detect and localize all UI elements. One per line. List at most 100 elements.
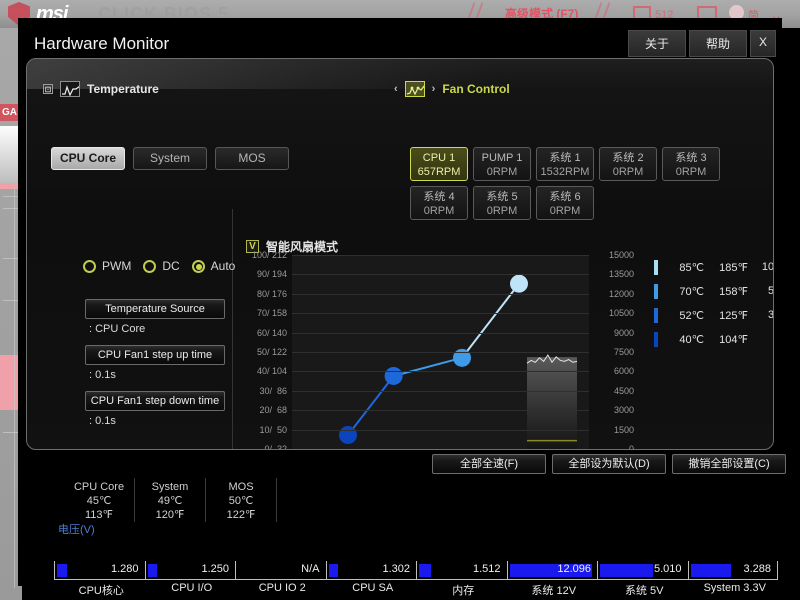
chart-gridline	[292, 332, 589, 334]
voltage-bar	[147, 564, 158, 577]
fan-curve-segment	[347, 375, 395, 436]
temperature-source-button[interactable]: Temperature Source	[85, 299, 225, 319]
fan-button-6[interactable]: 系统 5 0RPM	[473, 186, 531, 220]
fan-name: 系统 2	[612, 152, 644, 164]
legend-fahrenheit: 125℉	[719, 309, 748, 322]
temp-name: System	[151, 481, 189, 493]
fan-rpm: 0RPM	[675, 166, 707, 178]
voltage-name: System 3.3V	[703, 582, 766, 594]
temperature-tab-1[interactable]: System	[133, 147, 207, 170]
all-default-button[interactable]: 全部设为默认(D)	[552, 454, 666, 474]
temperature-tab-0[interactable]: CPU Core	[51, 147, 125, 170]
temperature-section-header: ⊡ Temperature	[43, 81, 159, 97]
temperature-source-control: Temperature Source : CPU Core	[85, 299, 225, 335]
legend-fahrenheit: 104℉	[719, 333, 748, 346]
page-title: Hardware Monitor	[34, 34, 170, 53]
voltage-name: CPU SA	[352, 582, 394, 594]
voltage-value: 1.512	[472, 563, 501, 575]
y-axis-right-tick: 10500	[608, 308, 634, 319]
voltage-bar	[328, 564, 339, 577]
voltage-bracket: 5.010	[597, 561, 688, 580]
chart-gridline	[292, 390, 589, 392]
y-axis-right-tick: 3000	[613, 405, 634, 416]
all-full-speed-button[interactable]: 全部全速(F)	[432, 454, 546, 474]
fan-curve-plot[interactable]	[292, 255, 589, 449]
fan-mode-label-auto: Auto	[210, 259, 236, 273]
fan-rpm: 0RPM	[612, 166, 644, 178]
chart-gridline	[292, 429, 589, 431]
voltage-cell-6: 5.010 系统 5V	[597, 561, 688, 599]
legend-row-3: 40℃ 104℉0%	[654, 327, 773, 351]
step-down-time-button[interactable]: CPU Fan1 step down time	[85, 391, 225, 411]
voltage-name: CPU I/O	[171, 582, 213, 594]
voltage-name: 系统 5V	[624, 585, 664, 597]
temp-fahrenheit: 120℉	[155, 509, 185, 521]
voltage-cell-3: 1.302 CPU SA	[325, 561, 416, 599]
step-up-time-control: CPU Fan1 step up time : 0.1s	[85, 345, 225, 381]
fan-curve-point-3[interactable]	[510, 274, 528, 293]
undo-all-button[interactable]: 撤销全部设置(C)	[672, 454, 786, 474]
legend-duty-percent: 39%	[767, 309, 774, 321]
action-button-row: 全部全速(F) 全部设为默认(D) 撤销全部设置(C)	[432, 454, 786, 474]
bios-sidebar-divider-4	[3, 300, 19, 301]
voltage-value: 12.096	[557, 563, 591, 575]
voltage-name: 内存	[452, 585, 475, 597]
voltage-readout-row: 1.280 CPU核心 1.250 CPU I/O N/A CPU IO 2 1.302 CP…	[54, 561, 778, 599]
fan-name: 系统 5	[486, 191, 518, 203]
fan-button-2[interactable]: 系统 1 1532RPM	[536, 147, 594, 181]
fan-button-4[interactable]: 系统 3 0RPM	[662, 147, 720, 181]
chart-gridline	[292, 371, 589, 373]
fan-button-5[interactable]: 系统 4 0RPM	[410, 186, 468, 220]
legend-color-swatch	[654, 331, 658, 347]
voltage-cell-5: 12.096 系统 12V	[506, 561, 597, 599]
fan-curve-legend: 85℃ 185℉ 100% 70℃ 158℉ 51% 52℃ 125℉ 39% 40℃ 104℉0%	[654, 255, 774, 351]
voltage-name: 系统 12V	[531, 585, 577, 597]
fan-rpm: 1532RPM	[540, 166, 590, 178]
y-axis-left-tick: 10/ 50	[259, 424, 287, 435]
voltage-cell-2: N/A CPU IO 2	[235, 561, 326, 599]
legend-row-1: 70℃ 158℉ 51%	[654, 279, 774, 303]
fan-button-7[interactable]: 系统 6 0RPM	[536, 186, 594, 220]
temp-readout-2: MOS 50℃ 122℉	[206, 478, 277, 522]
legend-duty-percent: 51%	[767, 285, 774, 297]
temp-fahrenheit: 113℉	[84, 509, 113, 521]
fan-mode-radio-dc[interactable]	[143, 259, 157, 273]
fan-rpm: 0RPM	[549, 205, 581, 217]
help-button[interactable]: 帮助	[689, 30, 747, 57]
temp-name: MOS	[228, 481, 254, 493]
y-axis-left-tick: 40/ 104	[256, 366, 287, 377]
fan-mode-radio-pwm[interactable]	[83, 259, 96, 273]
temp-celsius: 49℃	[157, 495, 183, 507]
fan-name: 系统 6	[549, 191, 581, 203]
temperature-tabs: CPU Core System MOS	[51, 147, 289, 170]
fan-name: CPU 1	[422, 152, 456, 164]
fan-button-3[interactable]: 系统 2 0RPM	[599, 147, 657, 181]
next-arrow-icon[interactable]: ›	[432, 83, 436, 95]
chart-gridline	[292, 274, 589, 276]
fan-name: 系统 1	[549, 152, 581, 164]
legend-celsius: 52℃	[679, 309, 704, 322]
voltage-bar	[690, 564, 732, 577]
prev-arrow-icon[interactable]: ‹	[394, 83, 398, 95]
about-button[interactable]: 关于	[628, 30, 686, 57]
close-button[interactable]: X	[750, 30, 776, 57]
fan-mode-radio-auto[interactable]	[191, 259, 205, 273]
fan-curve-point-1[interactable]	[384, 366, 403, 385]
legend-color-swatch	[654, 259, 658, 275]
voltage-bar	[57, 564, 67, 577]
voltage-bracket: 1.250	[144, 561, 235, 580]
chart-gridline	[292, 293, 589, 295]
voltage-cell-1: 1.250 CPU I/O	[144, 561, 235, 599]
fan-button-0[interactable]: CPU 1 657RPM	[410, 147, 468, 181]
voltage-value: 1.280	[110, 563, 139, 575]
bios-sidebar-rule	[14, 188, 15, 588]
fan-button-1[interactable]: PUMP 1 0RPM	[473, 147, 531, 181]
step-down-time-value: : 0.1s	[89, 415, 116, 427]
legend-fahrenheit: 158℉	[719, 285, 748, 298]
legend-row-2: 52℃ 125℉ 39%	[654, 303, 774, 327]
collapse-icon[interactable]: ⊡	[43, 84, 53, 94]
voltage-bar	[419, 564, 431, 577]
temperature-tab-2[interactable]: MOS	[215, 147, 289, 170]
temp-readout-1: System 49℃ 120℉	[135, 478, 206, 522]
step-up-time-button[interactable]: CPU Fan1 step up time	[85, 345, 225, 365]
